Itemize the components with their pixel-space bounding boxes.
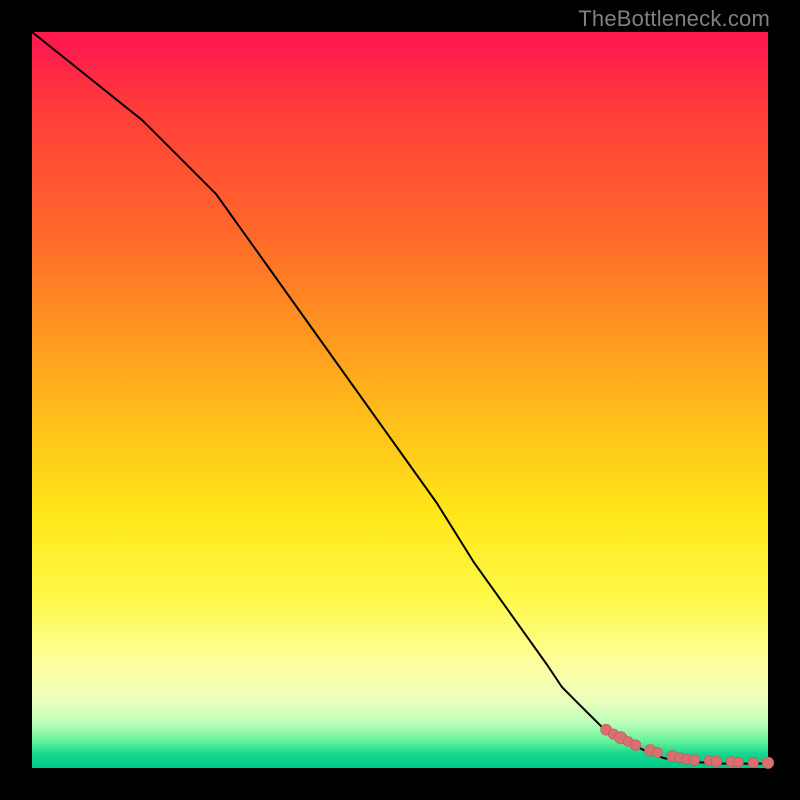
tail-marker [748, 757, 758, 767]
tail-marker-group [601, 724, 774, 768]
plot-area [32, 32, 768, 768]
tail-marker [689, 755, 700, 766]
watermark-label: TheBottleneck.com [578, 6, 770, 32]
chart-overlay [32, 32, 768, 768]
tail-marker [762, 757, 774, 769]
tail-marker [630, 740, 641, 751]
chart-frame: TheBottleneck.com [0, 0, 800, 800]
tail-marker [653, 748, 663, 758]
tail-marker [734, 757, 744, 767]
curve-line [32, 32, 768, 764]
tail-marker [711, 756, 722, 767]
